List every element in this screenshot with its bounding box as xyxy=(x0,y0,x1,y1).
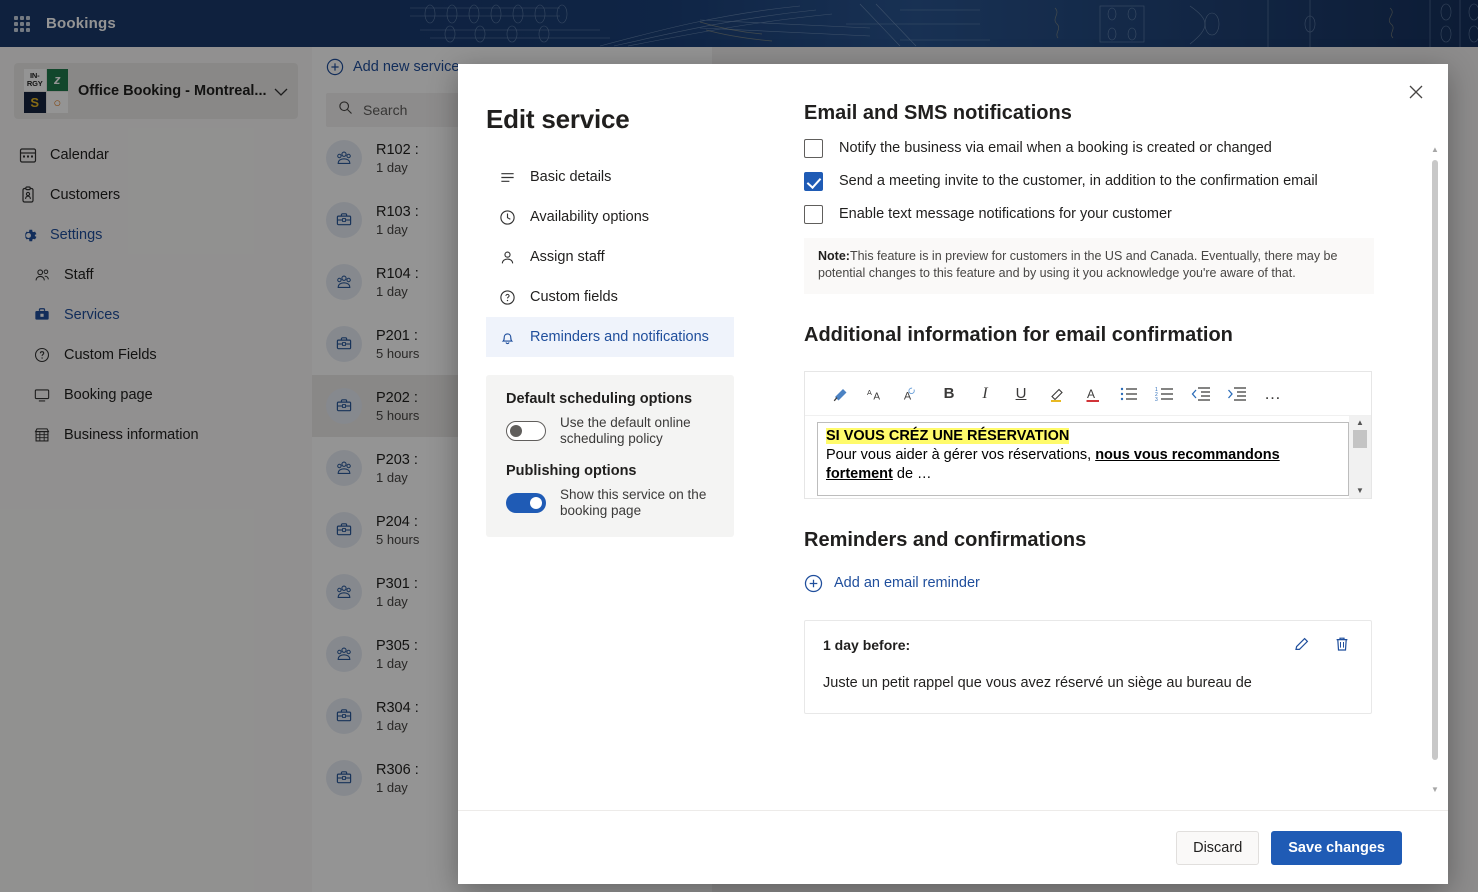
svg-text:A: A xyxy=(1087,387,1095,401)
scroll-down-icon[interactable]: ▼ xyxy=(1431,786,1439,794)
save-changes-button[interactable]: Save changes xyxy=(1271,830,1402,865)
rte-content[interactable]: SI VOUS CRÉZ UNE RÉSERVATION Pour vous a… xyxy=(817,422,1349,496)
publishing-label: Show this service on the booking page xyxy=(560,487,707,518)
rte-line-2a: Pour vous aider à gérer vos réservations… xyxy=(826,447,1096,463)
reminder-body: Juste un petit rappel que vous avez rése… xyxy=(823,675,1252,691)
content-scrollbar[interactable]: ▲ ▼ xyxy=(1428,146,1442,794)
italic-icon[interactable]: I xyxy=(967,378,1003,410)
format-painter-icon[interactable] xyxy=(823,378,859,410)
checkbox-box[interactable] xyxy=(804,139,823,158)
reminder-card: 1 day before: Juste un petit rappel que … xyxy=(804,620,1372,714)
person-icon xyxy=(498,248,516,266)
tab-availability-options[interactable]: Availability options xyxy=(486,197,734,237)
reminder-when: 1 day before: xyxy=(823,637,911,653)
dialog-left-pane: Edit service Basic details Availability … xyxy=(458,64,752,810)
default-scheduling-heading: Default scheduling options xyxy=(506,391,693,407)
tab-basic-details[interactable]: Basic details xyxy=(486,157,734,197)
tab-reminders-and-notifications[interactable]: Reminders and notifications xyxy=(486,317,734,357)
discard-button[interactable]: Discard xyxy=(1176,830,1260,865)
note-prefix: Note: xyxy=(818,249,850,263)
rte-area: SI VOUS CRÉZ UNE RÉSERVATION Pour vous a… xyxy=(805,416,1371,498)
clock-icon xyxy=(498,208,516,226)
more-options-icon[interactable]: … xyxy=(1255,378,1291,410)
add-email-reminder-label: Add an email reminder xyxy=(834,575,980,591)
publishing-row: Show this service on the booking page xyxy=(506,487,718,519)
default-scheduling-row: Use the default online scheduling policy xyxy=(506,415,718,447)
rte-line-2c: de … xyxy=(892,466,932,482)
svg-text:A: A xyxy=(904,390,912,402)
bold-icon[interactable]: B xyxy=(931,378,967,410)
default-scheduling-toggle[interactable] xyxy=(506,421,546,441)
checkbox-send-meeting-invite[interactable]: Send a meeting invite to the customer, i… xyxy=(804,172,1408,191)
rte-line-1: SI VOUS CRÉZ UNE RÉSERVATION xyxy=(826,428,1070,444)
add-email-reminder-button[interactable]: Add an email reminder xyxy=(804,574,1408,593)
edit-service-dialog: Edit service Basic details Availability … xyxy=(458,64,1448,884)
list-lines-icon xyxy=(498,168,516,186)
question-circle-icon xyxy=(498,288,516,306)
options-card: Default scheduling options Use the defau… xyxy=(486,375,734,537)
checkbox-box[interactable] xyxy=(804,172,823,191)
underline-icon[interactable]: U xyxy=(1003,378,1039,410)
decrease-indent-icon[interactable] xyxy=(1183,378,1219,410)
scroll-up-icon[interactable]: ▲ xyxy=(1356,419,1364,427)
additional-info-heading: Additional information for email confirm… xyxy=(804,324,1233,346)
tab-label: Custom fields xyxy=(530,289,618,305)
rte-scrollbar-thumb[interactable] xyxy=(1353,430,1367,448)
highlight-icon[interactable] xyxy=(1039,378,1075,410)
publishing-toggle[interactable] xyxy=(506,493,546,513)
checkbox-label: Enable text message notifications for yo… xyxy=(839,206,1172,222)
pencil-icon[interactable] xyxy=(1293,635,1311,653)
tab-label: Availability options xyxy=(530,209,650,225)
shrink-font-icon[interactable]: A xyxy=(895,378,931,410)
rte-toolbar: AA A B I U A 1 2 3 … xyxy=(805,372,1371,416)
dialog-nav: Basic details Availability options Assig… xyxy=(486,157,752,357)
dialog-body: Edit service Basic details Availability … xyxy=(458,64,1448,810)
font-color-icon[interactable]: A xyxy=(1075,378,1111,410)
default-scheduling-label: Use the default online scheduling policy xyxy=(560,415,691,446)
tab-label: Basic details xyxy=(530,169,612,185)
rich-text-editor: AA A B I U A 1 2 3 … SI VOUS CRÉZ UNE RÉ… xyxy=(804,371,1372,499)
note-text: This feature is in preview for customers… xyxy=(818,249,1338,280)
notifications-heading: Email and SMS notifications xyxy=(804,102,1072,124)
page-title: Edit service xyxy=(486,104,630,134)
dialog-content-pane: Email and SMS notifications Notify the b… xyxy=(752,64,1448,810)
rte-scrollbar[interactable]: ▲ ▼ xyxy=(1349,416,1371,498)
content-scrollbar-thumb[interactable] xyxy=(1432,160,1438,760)
svg-text:A: A xyxy=(873,391,880,402)
checkbox-box[interactable] xyxy=(804,205,823,224)
preview-note: Note:This feature is in preview for cust… xyxy=(804,238,1374,294)
numbered-list-icon[interactable]: 123 xyxy=(1147,378,1183,410)
tab-custom-fields[interactable]: Custom fields xyxy=(486,277,734,317)
trash-icon[interactable] xyxy=(1333,635,1351,653)
svg-text:3: 3 xyxy=(1155,397,1158,402)
grow-font-icon[interactable]: AA xyxy=(859,378,895,410)
bell-icon xyxy=(498,328,516,346)
reminder-actions xyxy=(1293,635,1351,653)
scroll-down-icon[interactable]: ▼ xyxy=(1356,487,1364,495)
checkbox-notify-business[interactable]: Notify the business via email when a boo… xyxy=(804,139,1408,158)
tab-label: Assign staff xyxy=(530,249,605,265)
svg-text:A: A xyxy=(867,387,872,396)
bulleted-list-icon[interactable] xyxy=(1111,378,1147,410)
dialog-footer: Discard Save changes xyxy=(458,810,1448,884)
reminders-heading: Reminders and confirmations xyxy=(804,529,1087,551)
checkbox-label: Send a meeting invite to the customer, i… xyxy=(839,173,1318,189)
increase-indent-icon[interactable] xyxy=(1219,378,1255,410)
circle-plus-icon xyxy=(804,574,823,593)
scroll-up-icon[interactable]: ▲ xyxy=(1431,146,1439,154)
publishing-heading: Publishing options xyxy=(506,463,637,479)
tab-assign-staff[interactable]: Assign staff xyxy=(486,237,734,277)
tab-label: Reminders and notifications xyxy=(530,329,709,345)
checkbox-enable-text-messages[interactable]: Enable text message notifications for yo… xyxy=(804,205,1408,224)
checkbox-label: Notify the business via email when a boo… xyxy=(839,140,1272,156)
